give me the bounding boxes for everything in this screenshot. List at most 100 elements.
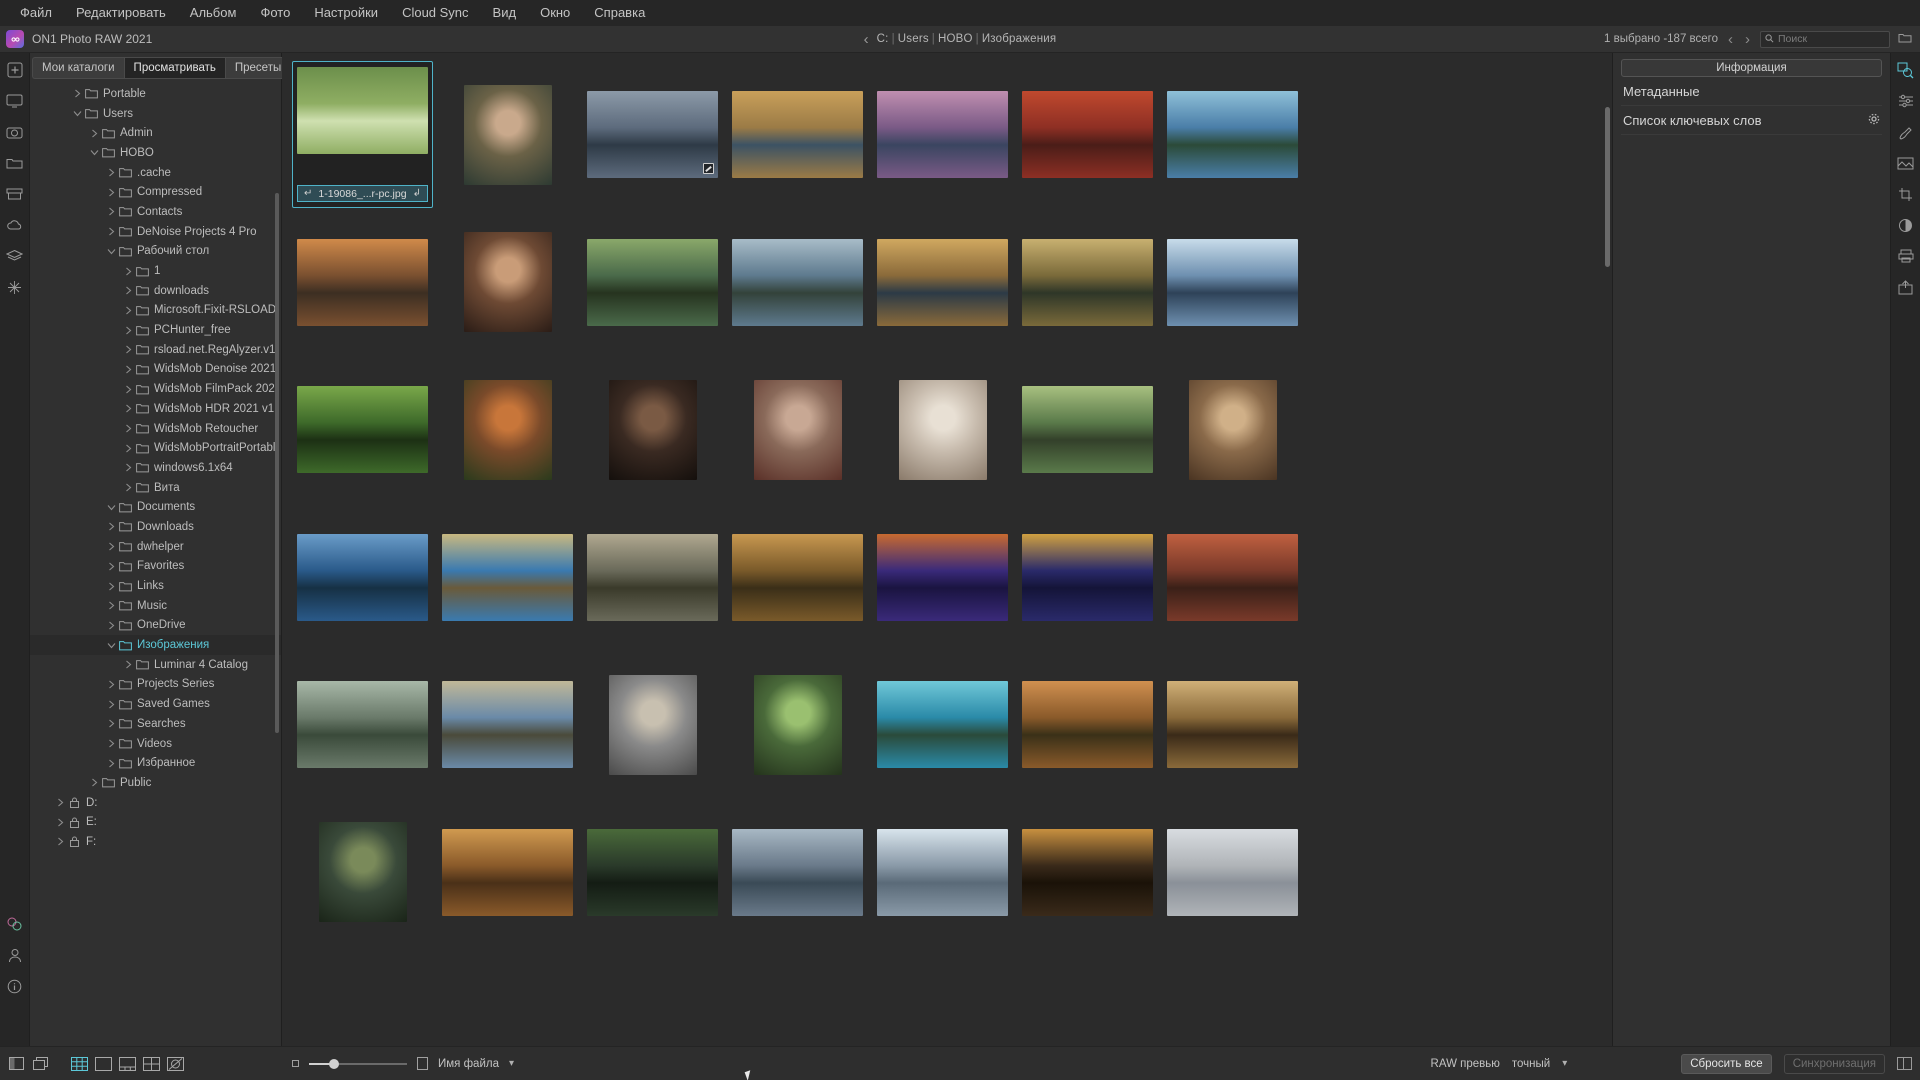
tree-node-16[interactable]: WidsMob HDR 2021 v1.0.0.80 + P... xyxy=(30,399,281,419)
thumbnail-cell[interactable] xyxy=(292,651,433,799)
menu-item-0[interactable]: Файл xyxy=(8,2,64,24)
gallery-icon[interactable] xyxy=(1895,152,1917,174)
tree-node-13[interactable]: rsload.net.RegAlyzer.v1.6.2.16.Po... xyxy=(30,340,281,360)
sliders-icon[interactable] xyxy=(1895,90,1917,112)
color-swatch-icon[interactable] xyxy=(4,913,26,935)
tree-node-20-disclosure-icon[interactable] xyxy=(120,483,136,492)
thumbnail-cell[interactable] xyxy=(1017,799,1158,947)
thumbnail-cell-selected[interactable]: ↵ 1-19086_...r-pc.jpg ↲ xyxy=(292,61,433,208)
tree-node-13-disclosure-icon[interactable] xyxy=(120,345,136,354)
info-icon[interactable] xyxy=(4,975,26,997)
thumbnail-cell[interactable] xyxy=(1162,61,1303,209)
tree-node-15[interactable]: WidsMob FilmPack 2021 v1.2.0.8... xyxy=(30,379,281,399)
grid-view-icon[interactable] xyxy=(71,1056,88,1071)
thumbnail-image-20[interactable] xyxy=(1188,379,1277,480)
folder-icon[interactable] xyxy=(1898,32,1912,46)
tree-node-25[interactable]: Links xyxy=(30,576,281,596)
thumbnail-cell[interactable] xyxy=(582,61,723,209)
single-view-icon[interactable] xyxy=(95,1056,112,1071)
tree-node-5[interactable]: Compressed xyxy=(30,182,281,202)
tree-node-18-disclosure-icon[interactable] xyxy=(120,444,136,453)
tree-node-14-disclosure-icon[interactable] xyxy=(120,365,136,374)
tree-node-25-disclosure-icon[interactable] xyxy=(103,582,119,591)
tree-node-0[interactable]: Portable xyxy=(30,84,281,104)
prev-photo-button[interactable]: ‹ xyxy=(1726,32,1735,47)
thumbnail-cell[interactable] xyxy=(872,61,1013,209)
tree-scrollbar[interactable] xyxy=(275,193,279,733)
thumbnail-cell[interactable] xyxy=(582,799,723,947)
tree-node-21-disclosure-icon[interactable] xyxy=(103,504,119,511)
tree-node-10[interactable]: downloads xyxy=(30,281,281,301)
tree-node-17-disclosure-icon[interactable] xyxy=(120,424,136,433)
thumbnail-image-13[interactable] xyxy=(1167,238,1298,326)
tree-node-11[interactable]: Microsoft.Fixit-RSLOAD.NET- xyxy=(30,301,281,321)
tree-node-4[interactable]: .cache xyxy=(30,163,281,183)
tree-node-30[interactable]: Projects Series xyxy=(30,675,281,695)
export-icon[interactable] xyxy=(1895,276,1917,298)
rotate-left-icon[interactable]: ↵ xyxy=(304,188,312,199)
window-stack-icon[interactable] xyxy=(32,1056,49,1071)
thumbnail-cell[interactable] xyxy=(727,799,868,947)
thumbnail-image-17[interactable] xyxy=(753,379,842,480)
gear-icon[interactable] xyxy=(1868,113,1880,128)
thumbnail-image-40[interactable] xyxy=(1022,828,1153,916)
tree-node-6[interactable]: Contacts xyxy=(30,202,281,222)
thumbnail-cell[interactable] xyxy=(437,356,578,504)
tree-node-2-disclosure-icon[interactable] xyxy=(86,129,102,138)
thumbnail-image-27[interactable] xyxy=(1167,533,1298,621)
thumbnail-cell[interactable] xyxy=(437,504,578,652)
tree-node-38[interactable]: F: xyxy=(30,832,281,852)
thumbnail-cell[interactable] xyxy=(582,504,723,652)
thumbnail-cell[interactable] xyxy=(1162,356,1303,504)
tree-node-36[interactable]: D: xyxy=(30,793,281,813)
magnifier-photo-icon[interactable] xyxy=(1895,59,1917,81)
thumbnail-image-18[interactable] xyxy=(898,379,987,480)
tree-node-5-disclosure-icon[interactable] xyxy=(103,188,119,197)
layers-icon[interactable] xyxy=(4,245,26,267)
tree-node-27-disclosure-icon[interactable] xyxy=(103,621,119,630)
thumbnail-cell[interactable] xyxy=(437,651,578,799)
tree-node-19-disclosure-icon[interactable] xyxy=(120,463,136,472)
tree-node-34-disclosure-icon[interactable] xyxy=(103,759,119,768)
info-tab-button[interactable]: Информация xyxy=(1621,59,1882,77)
rotate-right-icon[interactable]: ↲ xyxy=(413,188,421,199)
show-panels-icon[interactable] xyxy=(8,1056,25,1071)
reset-all-button[interactable]: Сбросить все xyxy=(1681,1053,1772,1074)
tree-node-6-disclosure-icon[interactable] xyxy=(103,207,119,216)
tree-node-4-disclosure-icon[interactable] xyxy=(103,168,119,177)
tree-node-23-disclosure-icon[interactable] xyxy=(103,542,119,551)
tree-node-22-disclosure-icon[interactable] xyxy=(103,522,119,531)
thumbnail-image-2[interactable] xyxy=(587,91,718,179)
thumbnail-image-1[interactable] xyxy=(463,84,552,185)
thumbnail-cell[interactable] xyxy=(1017,504,1158,652)
tree-node-0-disclosure-icon[interactable] xyxy=(69,89,85,98)
tree-node-33[interactable]: Videos xyxy=(30,734,281,754)
thumbnail-image-19[interactable] xyxy=(1022,386,1153,474)
thumbnail-cell[interactable] xyxy=(1162,799,1303,947)
thumbnail-image-35[interactable] xyxy=(318,822,407,923)
tree-node-29-disclosure-icon[interactable] xyxy=(120,660,136,669)
keyword-list-section-header[interactable]: Список ключевых слов xyxy=(1621,106,1882,135)
tree-node-20[interactable]: Вита xyxy=(30,478,281,498)
thumbnail-cell[interactable] xyxy=(1017,651,1158,799)
thumbnail-cell[interactable] xyxy=(727,651,868,799)
tree-node-3-disclosure-icon[interactable] xyxy=(86,149,102,156)
filmstrip-view-icon[interactable] xyxy=(119,1056,136,1071)
thumbnail-cell[interactable] xyxy=(582,209,723,357)
tree-node-19[interactable]: windows6.1x64 xyxy=(30,458,281,478)
tree-node-10-disclosure-icon[interactable] xyxy=(120,286,136,295)
tree-node-14[interactable]: WidsMob Denoise 2021 v1.2.0.88... xyxy=(30,360,281,380)
tree-node-28[interactable]: Изображения xyxy=(30,635,281,655)
thumbnail-cell[interactable] xyxy=(872,209,1013,357)
tree-node-34[interactable]: Избранное xyxy=(30,753,281,773)
thumbnail-cell[interactable] xyxy=(292,209,433,357)
thumbnail-cell[interactable] xyxy=(292,504,433,652)
tree-node-21[interactable]: Documents xyxy=(30,497,281,517)
thumbnail-cell[interactable] xyxy=(727,61,868,209)
tree-node-28-disclosure-icon[interactable] xyxy=(103,642,119,649)
grid-scrollbar[interactable] xyxy=(1605,107,1610,267)
tree-node-38-disclosure-icon[interactable] xyxy=(52,837,68,846)
thumbnail-cell[interactable] xyxy=(872,504,1013,652)
thumbnail-cell[interactable] xyxy=(872,356,1013,504)
tree-node-32-disclosure-icon[interactable] xyxy=(103,719,119,728)
